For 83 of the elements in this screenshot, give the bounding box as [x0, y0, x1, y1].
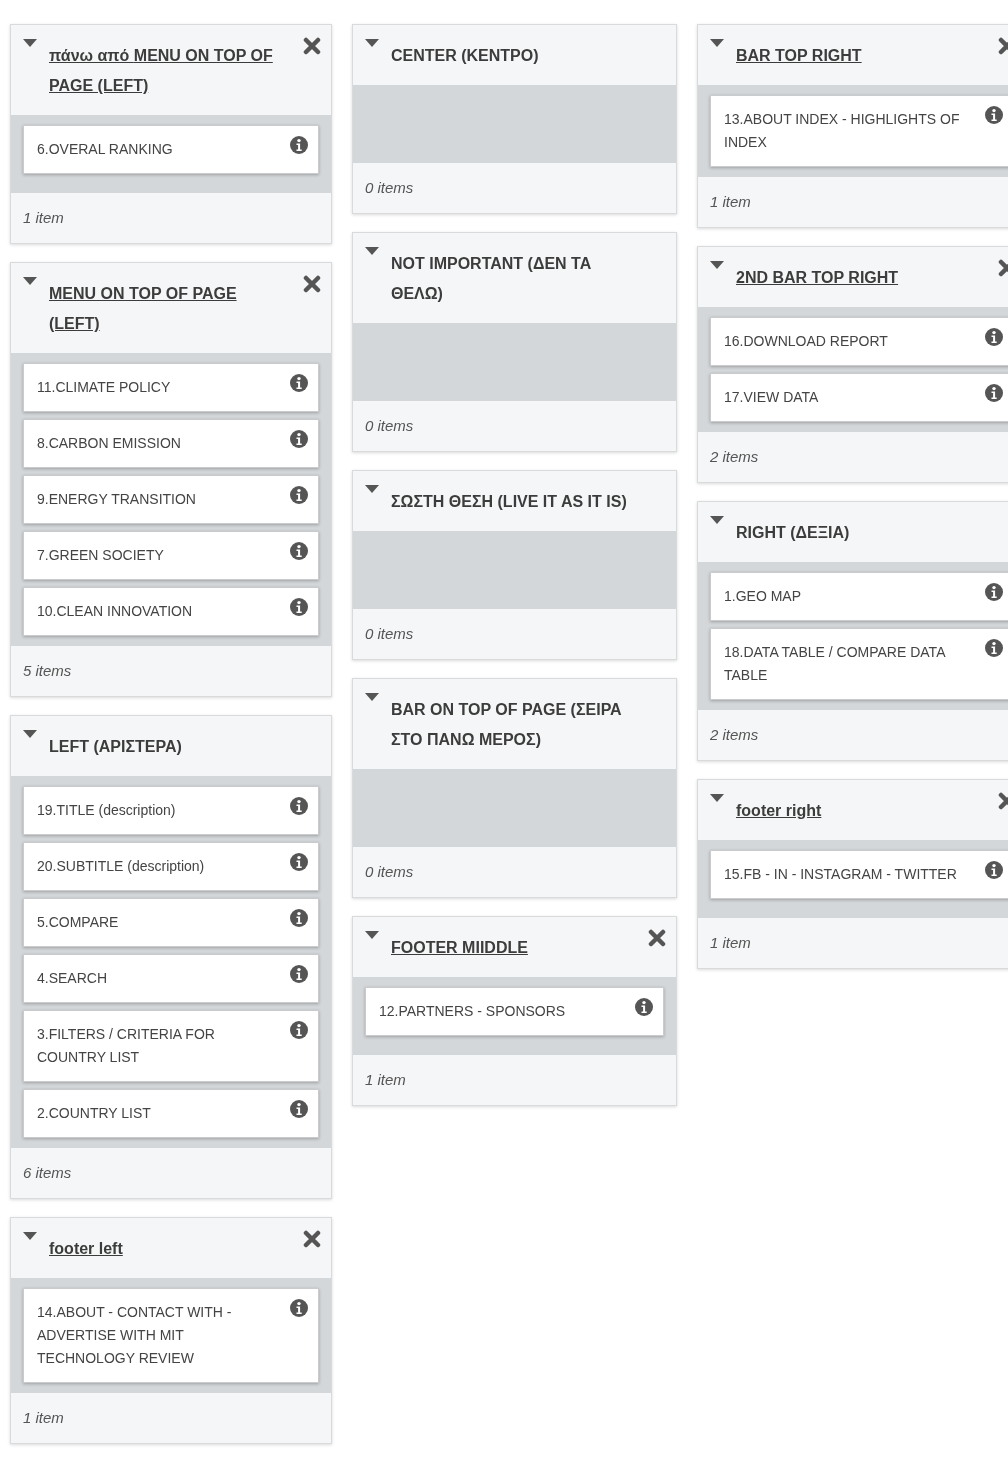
group-title: ΣΩΣΤΗ ΘΕΣΗ (LIVE IT AS IT IS) — [391, 492, 628, 512]
list-item[interactable]: 10.CLEAN INNOVATION — [23, 587, 319, 636]
item-count: 0 items — [364, 624, 415, 644]
group-title[interactable]: 2ND BAR TOP RIGHT — [736, 263, 978, 293]
collapse-caret-icon[interactable] — [710, 516, 724, 524]
item-count: 5 items — [22, 661, 73, 681]
info-icon[interactable] — [635, 998, 653, 1016]
item-count: 2 items — [709, 447, 760, 467]
collapse-caret-icon[interactable] — [710, 39, 724, 47]
close-icon[interactable] — [301, 35, 323, 57]
item-count: 6 items — [22, 1163, 73, 1183]
list-item[interactable]: 13.ABOUT INDEX - HIGHLIGHTS OF INDEX — [710, 95, 1008, 167]
info-icon[interactable] — [290, 598, 308, 616]
info-icon[interactable] — [290, 1299, 308, 1317]
list-item[interactable]: 4.SEARCH — [23, 954, 319, 1003]
collapse-caret-icon[interactable] — [710, 794, 724, 802]
collapse-caret-icon[interactable] — [365, 247, 379, 255]
info-icon[interactable] — [290, 136, 308, 154]
collapse-caret-icon[interactable] — [365, 931, 379, 939]
group-title: NOT IMPORTANT (ΔΕΝ ΤΑ ΘΕΛΩ) — [391, 254, 593, 304]
group-title[interactable]: BAR TOP RIGHT — [736, 41, 978, 71]
item-count: 0 items — [364, 416, 415, 436]
info-icon[interactable] — [290, 797, 308, 815]
list-item[interactable]: 7.GREEN SOCIETY — [23, 531, 319, 580]
close-icon[interactable] — [646, 927, 668, 949]
collapse-caret-icon[interactable] — [365, 39, 379, 47]
group-title[interactable]: footer left — [49, 1234, 283, 1264]
info-icon[interactable] — [985, 861, 1003, 879]
list-item[interactable]: 6.OVERAL RANKING — [23, 125, 319, 174]
list-item[interactable]: 8.CARBON EMISSION — [23, 419, 319, 468]
info-icon[interactable] — [290, 1100, 308, 1118]
list-item[interactable]: 16.DOWNLOAD REPORT — [710, 317, 1008, 366]
item-count: 1 item — [709, 933, 752, 953]
collapse-caret-icon[interactable] — [23, 1232, 37, 1240]
close-icon[interactable] — [301, 1228, 323, 1250]
item-count: 1 item — [709, 192, 752, 212]
info-icon[interactable] — [985, 583, 1003, 601]
list-item[interactable]: 20.SUBTITLE (description) — [23, 842, 319, 891]
list-item[interactable]: 12.PARTNERS - SPONSORS — [365, 987, 664, 1036]
info-icon[interactable] — [985, 106, 1003, 124]
collapse-caret-icon[interactable] — [23, 730, 37, 738]
item-count: 1 item — [22, 208, 65, 228]
list-item[interactable]: 3.FILTERS / CRITERIA FOR COUNTRY LIST — [23, 1010, 319, 1082]
list-item[interactable]: 17.VIEW DATA — [710, 373, 1008, 422]
list-item[interactable]: 19.TITLE (description) — [23, 786, 319, 835]
list-item[interactable]: 11.CLIMATE POLICY — [23, 363, 319, 412]
collapse-caret-icon[interactable] — [365, 693, 379, 701]
info-icon[interactable] — [290, 486, 308, 504]
collapse-caret-icon[interactable] — [365, 485, 379, 493]
info-icon[interactable] — [290, 374, 308, 392]
group-title: BAR ON TOP OF PAGE (ΣΕΙΡΑ ΣΤΟ ΠΑΝΩ ΜΕΡΟΣ) — [391, 700, 623, 750]
list-item[interactable]: 5.COMPARE — [23, 898, 319, 947]
item-count: 0 items — [364, 178, 415, 198]
info-icon[interactable] — [290, 965, 308, 983]
info-icon[interactable] — [985, 384, 1003, 402]
info-icon[interactable] — [290, 430, 308, 448]
item-count: 2 items — [709, 725, 760, 745]
info-icon[interactable] — [290, 1021, 308, 1039]
info-icon[interactable] — [985, 328, 1003, 346]
group-title[interactable]: πάνω από MENU ON TOP OF PAGE (LEFT) — [49, 41, 283, 101]
list-item[interactable]: 1.GEO MAP — [710, 572, 1008, 621]
item-count: 0 items — [364, 862, 415, 882]
collapse-caret-icon[interactable] — [710, 261, 724, 269]
close-icon[interactable] — [301, 273, 323, 295]
group-title: LEFT (ΑΡΙΣΤΕΡΑ) — [49, 737, 183, 757]
group-title[interactable]: footer right — [736, 796, 978, 826]
group-title: CENTER (ΚΕΝΤΡΟ) — [391, 46, 540, 66]
collapse-caret-icon[interactable] — [23, 39, 37, 47]
info-icon[interactable] — [985, 639, 1003, 657]
list-item[interactable]: 9.ENERGY TRANSITION — [23, 475, 319, 524]
list-item[interactable]: 15.FB - IN - INSTAGRAM - TWITTER — [710, 850, 1008, 899]
list-item[interactable]: 2.COUNTRY LIST — [23, 1089, 319, 1138]
item-count: 1 item — [364, 1070, 407, 1090]
info-icon[interactable] — [290, 542, 308, 560]
group-title[interactable]: MENU ON TOP OF PAGE (LEFT) — [49, 279, 283, 339]
group-title[interactable]: FOOTER MIIDDLE — [391, 933, 628, 963]
list-item[interactable]: 18.DATA TABLE / COMPARE DATA TABLE — [710, 628, 1008, 700]
item-count: 1 item — [22, 1408, 65, 1428]
collapse-caret-icon[interactable] — [23, 277, 37, 285]
list-item[interactable]: 14.ABOUT - CONTACT WITH - ADVERTISE WITH MIT TECHNOLOGY REVIEW — [23, 1288, 319, 1383]
info-icon[interactable] — [290, 909, 308, 927]
group-title: RIGHT (ΔΕΞΙΑ) — [736, 523, 851, 543]
info-icon[interactable] — [290, 853, 308, 871]
